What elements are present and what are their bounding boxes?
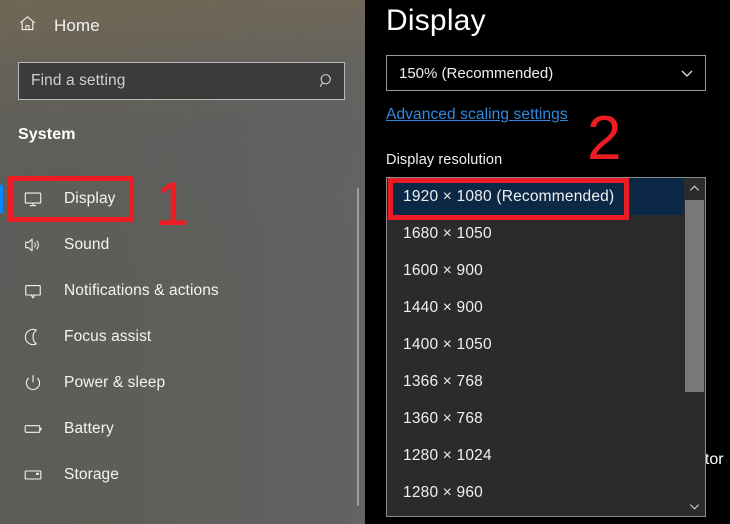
sidebar-section-title: System bbox=[18, 126, 76, 144]
moon-icon bbox=[22, 327, 44, 347]
annotation-step-1: 1 bbox=[155, 174, 189, 236]
dropdown-scrollbar[interactable] bbox=[684, 178, 705, 516]
search-input[interactable]: Find a setting bbox=[18, 62, 345, 100]
home-label: Home bbox=[54, 16, 100, 36]
resolution-option-label: 1600 × 900 bbox=[403, 262, 483, 280]
resolution-option[interactable]: 1360 × 768 bbox=[387, 400, 685, 437]
chevron-down-icon[interactable] bbox=[684, 497, 705, 515]
speech-bubble-icon bbox=[22, 281, 44, 301]
power-icon bbox=[22, 373, 44, 393]
search-placeholder: Find a setting bbox=[19, 72, 310, 90]
annotation-box-display bbox=[8, 176, 134, 222]
settings-window: Home Find a setting System bbox=[0, 0, 730, 524]
scale-dropdown-value: 150% (Recommended) bbox=[387, 65, 669, 82]
sidebar-item-storage[interactable]: Storage bbox=[0, 452, 365, 498]
battery-icon bbox=[22, 419, 44, 439]
storage-icon bbox=[22, 465, 44, 485]
resolution-option-list: 1920 × 1080 (Recommended) 1680 × 1050 16… bbox=[387, 178, 685, 511]
resolution-option[interactable]: 1280 × 960 bbox=[387, 474, 685, 511]
sidebar-item-battery[interactable]: Battery bbox=[0, 406, 365, 452]
resolution-option[interactable]: 1440 × 900 bbox=[387, 289, 685, 326]
resolution-option[interactable]: 1400 × 1050 bbox=[387, 326, 685, 363]
sidebar-item-label: Focus assist bbox=[64, 328, 151, 346]
settings-sidebar: Home Find a setting System bbox=[0, 0, 365, 524]
resolution-option-label: 1280 × 960 bbox=[403, 484, 483, 502]
resolution-option[interactable]: 1680 × 1050 bbox=[387, 215, 685, 252]
sidebar-item-notifications[interactable]: Notifications & actions bbox=[0, 268, 365, 314]
resolution-option-label: 1360 × 768 bbox=[403, 410, 483, 428]
resolution-option-label: 1680 × 1050 bbox=[403, 225, 492, 243]
advanced-scaling-settings-link[interactable]: Advanced scaling settings bbox=[386, 106, 568, 124]
resolution-option[interactable]: 1280 × 1024 bbox=[387, 437, 685, 474]
display-settings-panel: Display 150% (Recommended) Advanced scal… bbox=[365, 0, 730, 524]
home-nav-button[interactable]: Home bbox=[18, 12, 100, 40]
sidebar-item-label: Battery bbox=[64, 420, 114, 438]
sidebar-item-focus-assist[interactable]: Focus assist bbox=[0, 314, 365, 360]
display-resolution-label: Display resolution bbox=[386, 152, 502, 168]
search-icon[interactable] bbox=[310, 72, 344, 90]
sidebar-item-label: Power & sleep bbox=[64, 374, 165, 392]
resolution-dropdown-list: 1920 × 1080 (Recommended) 1680 × 1050 16… bbox=[386, 177, 706, 517]
resolution-option-label: 1366 × 768 bbox=[403, 373, 483, 391]
scale-dropdown[interactable]: 150% (Recommended) bbox=[386, 55, 706, 91]
dropdown-scrollbar-thumb[interactable] bbox=[685, 200, 704, 392]
speaker-icon bbox=[22, 235, 44, 255]
sidebar-scrollbar[interactable] bbox=[357, 188, 359, 506]
sidebar-item-label: Storage bbox=[64, 466, 119, 484]
chevron-down-icon bbox=[669, 65, 705, 81]
sidebar-item-label: Sound bbox=[64, 236, 109, 254]
resolution-option-label: 1400 × 1050 bbox=[403, 336, 492, 354]
annotation-step-2: 2 bbox=[587, 108, 621, 170]
sidebar-item-label: Notifications & actions bbox=[64, 282, 219, 300]
chevron-up-icon[interactable] bbox=[684, 179, 705, 197]
page-title: Display bbox=[386, 4, 486, 38]
sidebar-item-power-sleep[interactable]: Power & sleep bbox=[0, 360, 365, 406]
resolution-option[interactable]: 1366 × 768 bbox=[387, 363, 685, 400]
resolution-option-label: 1280 × 1024 bbox=[403, 447, 492, 465]
resolution-option[interactable]: 1600 × 900 bbox=[387, 252, 685, 289]
home-icon bbox=[18, 14, 37, 38]
resolution-option-label: 1440 × 900 bbox=[403, 299, 483, 317]
annotation-box-resolution bbox=[388, 178, 629, 220]
